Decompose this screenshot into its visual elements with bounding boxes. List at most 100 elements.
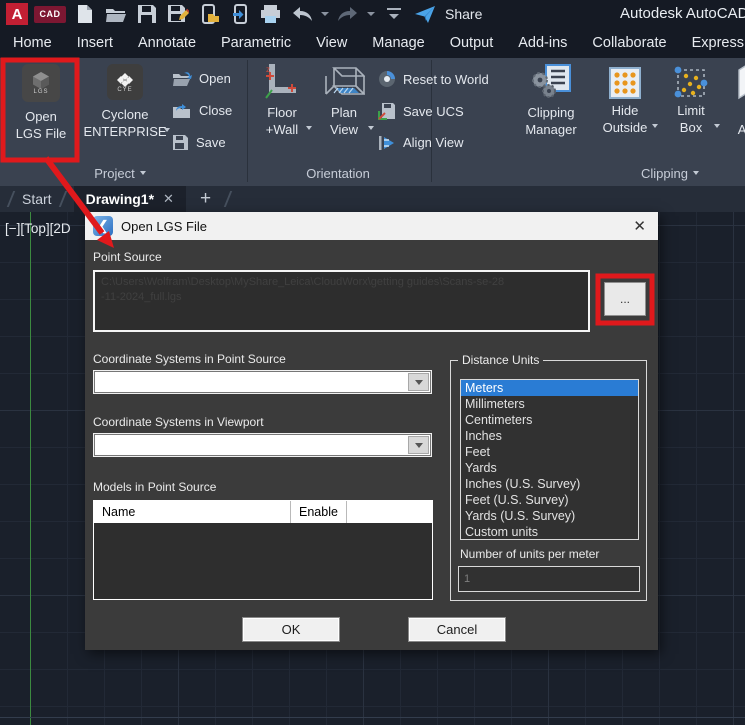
cyclone-enterprise-button[interactable]: CYE Cyclone ENTERPRISE bbox=[86, 64, 164, 140]
unit-option-feet-us[interactable]: Feet (U.S. Survey) bbox=[461, 492, 638, 508]
new-file-button[interactable] bbox=[72, 2, 97, 26]
browse-button[interactable]: ... bbox=[604, 282, 646, 316]
dropdown-arrow-button[interactable] bbox=[408, 436, 429, 454]
unit-option-yards-us[interactable]: Yards (U.S. Survey) bbox=[461, 508, 638, 524]
dialog-close-button[interactable]: ✕ bbox=[633, 217, 646, 235]
open-folder-icon bbox=[105, 5, 127, 23]
save-icon bbox=[172, 134, 189, 151]
open-lgs-file-dialog: ❮ Open LGS File ✕ Point Source C:\Users\… bbox=[85, 212, 658, 650]
point-source-field[interactable]: C:\Users\Wolfram\Desktop\MyShare_Leica\C… bbox=[93, 270, 590, 332]
panel-clipping[interactable]: Clipping bbox=[610, 162, 730, 184]
hide-outside-icon bbox=[608, 66, 642, 100]
unit-option-custom[interactable]: Custom units bbox=[461, 524, 638, 540]
open-from-web-mobile-icon bbox=[199, 4, 219, 24]
share-plane-icon bbox=[414, 4, 436, 24]
green-axis-line bbox=[30, 212, 31, 725]
unit-option-feet[interactable]: Feet bbox=[461, 444, 638, 460]
models-label: Models in Point Source bbox=[93, 480, 216, 494]
align-view-button[interactable]: Align View bbox=[378, 134, 463, 151]
dialog-title-bar[interactable]: ❮ Open LGS File ✕ bbox=[85, 212, 658, 240]
floor-wall-icon: z bbox=[264, 62, 300, 102]
tab-start[interactable]: Start bbox=[22, 191, 52, 207]
tab-drawing1[interactable]: Drawing1* ✕ bbox=[74, 186, 186, 212]
cancel-button[interactable]: Cancel bbox=[408, 617, 506, 642]
tab-manage[interactable]: Manage bbox=[372, 35, 424, 51]
new-drawing-button[interactable]: + bbox=[200, 188, 211, 210]
dropdown-arrow-button[interactable] bbox=[408, 373, 429, 391]
share-button[interactable] bbox=[412, 2, 437, 26]
open-from-web-mobile-button[interactable] bbox=[196, 2, 221, 26]
customize-icon bbox=[386, 7, 402, 21]
units-per-meter-input[interactable]: 1 bbox=[458, 566, 640, 592]
redo-dropdown[interactable] bbox=[366, 2, 375, 26]
column-name[interactable]: Name bbox=[94, 501, 291, 523]
quick-access-toolbar: A CAD bbox=[0, 0, 745, 28]
chevron-down-icon bbox=[693, 171, 699, 175]
models-table-header: Name Enable bbox=[94, 501, 432, 523]
unit-option-meters[interactable]: Meters bbox=[461, 380, 638, 396]
undo-dropdown[interactable] bbox=[320, 2, 329, 26]
unit-option-yards[interactable]: Yards bbox=[461, 460, 638, 476]
tab-output[interactable]: Output bbox=[450, 35, 494, 51]
plot-button[interactable] bbox=[258, 2, 283, 26]
viewport-controls-label[interactable]: [−][Top][2D bbox=[5, 221, 71, 236]
window-title: Autodesk AutoCAD bbox=[620, 0, 745, 28]
tab-annotate[interactable]: Annotate bbox=[138, 35, 196, 51]
distance-units-list[interactable]: Meters Millimeters Centimeters Inches Fe… bbox=[460, 379, 639, 540]
panel-project[interactable]: Project bbox=[60, 162, 180, 184]
tab-express[interactable]: Express bbox=[692, 35, 744, 51]
tab-add-ins[interactable]: Add-ins bbox=[518, 35, 567, 51]
clipping-manager-button[interactable]: Clipping Manager bbox=[522, 64, 580, 138]
models-table[interactable]: Name Enable bbox=[93, 500, 433, 600]
unit-option-inches[interactable]: Inches bbox=[461, 428, 638, 444]
chevron-down-icon bbox=[652, 124, 658, 128]
tab-home[interactable]: Home bbox=[13, 35, 52, 51]
save-to-web-mobile-icon bbox=[230, 4, 250, 24]
file-tab-bar: Start Drawing1* ✕ + bbox=[0, 186, 745, 212]
cs-point-source-dropdown[interactable] bbox=[93, 370, 432, 394]
tab-insert[interactable]: Insert bbox=[77, 35, 113, 51]
column-enable[interactable]: Enable bbox=[291, 501, 347, 523]
unit-option-millimeters[interactable]: Millimeters bbox=[461, 396, 638, 412]
save-button[interactable] bbox=[134, 2, 159, 26]
x-axis-clip-button[interactable]: X Axis bbox=[728, 64, 745, 138]
reset-to-world-button[interactable]: Reset to World bbox=[378, 70, 489, 88]
save-ucs-button[interactable]: Save UCS bbox=[378, 102, 464, 120]
open-lgs-file-button[interactable]: LGS Open LGS File bbox=[4, 64, 78, 142]
save-as-button[interactable] bbox=[165, 2, 190, 26]
units-per-meter-label: Number of units per meter bbox=[460, 547, 599, 561]
tab-collaborate[interactable]: Collaborate bbox=[592, 35, 666, 51]
save-as-icon bbox=[167, 4, 189, 24]
distance-units-group: Distance Units Meters Millimeters Centim… bbox=[450, 360, 647, 601]
limit-box-icon bbox=[674, 66, 708, 100]
customize-qat-button[interactable] bbox=[381, 2, 406, 26]
project-save-button[interactable]: Save bbox=[172, 134, 226, 151]
printer-icon bbox=[260, 4, 281, 24]
cs-viewport-dropdown[interactable] bbox=[93, 433, 432, 457]
redo-button[interactable] bbox=[335, 2, 360, 26]
ok-button[interactable]: OK bbox=[242, 617, 340, 642]
unit-option-centimeters[interactable]: Centimeters bbox=[461, 412, 638, 428]
hide-outside-button[interactable]: Hide Outside bbox=[600, 66, 650, 136]
tab-view[interactable]: View bbox=[316, 35, 347, 51]
open-file-button[interactable] bbox=[103, 2, 128, 26]
x-axis-clip-icon bbox=[735, 64, 745, 100]
floor-wall-button[interactable]: z Floor +Wall bbox=[256, 62, 308, 138]
autocad-logo[interactable]: A bbox=[6, 3, 28, 25]
project-close-button[interactable]: Close bbox=[172, 102, 232, 119]
redo-icon bbox=[337, 6, 359, 22]
tab-divider bbox=[58, 191, 66, 207]
close-tab-icon[interactable]: ✕ bbox=[163, 191, 174, 207]
project-open-button[interactable]: Open bbox=[172, 70, 231, 87]
tab-parametric[interactable]: Parametric bbox=[221, 35, 291, 51]
panel-orientation[interactable]: Orientation bbox=[278, 162, 398, 184]
cloudworx-dialog-icon: ❮ bbox=[93, 216, 113, 236]
plan-view-button[interactable]: Plan View bbox=[318, 62, 370, 138]
limit-box-button[interactable]: Limit Box bbox=[668, 66, 714, 136]
lgs-icon: LGS bbox=[22, 64, 60, 102]
unit-option-inches-us[interactable]: Inches (U.S. Survey) bbox=[461, 476, 638, 492]
save-to-web-mobile-button[interactable] bbox=[227, 2, 252, 26]
undo-button[interactable] bbox=[289, 2, 314, 26]
autocad-window: A CAD bbox=[0, 0, 745, 725]
share-label[interactable]: Share bbox=[445, 6, 482, 22]
